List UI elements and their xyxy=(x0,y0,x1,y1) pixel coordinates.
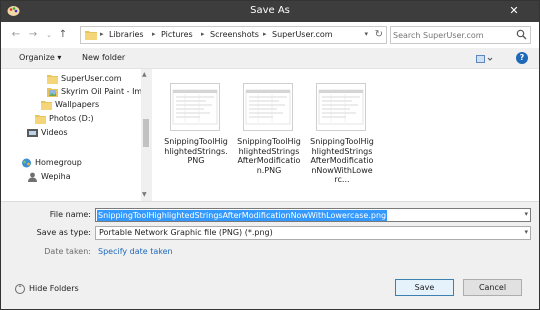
help-icon[interactable]: ? xyxy=(516,52,528,64)
file-name-label: File name: xyxy=(49,210,91,219)
up-arrow-icon[interactable]: ↑ xyxy=(56,28,70,42)
chevron-down-icon[interactable]: ▾ xyxy=(364,30,368,38)
dialog-title: Save As xyxy=(250,5,290,16)
save-form: File name: SnippingToolHighlightedString… xyxy=(1,201,539,273)
nav-item-label: Videos xyxy=(41,128,68,137)
chevron-down-icon[interactable]: ▾ xyxy=(524,228,528,236)
search-icon xyxy=(516,29,527,40)
cancel-button[interactable]: Cancel xyxy=(463,279,522,296)
breadcrumb-pictures[interactable]: Pictures xyxy=(161,30,193,39)
file-name-value[interactable]: SnippingToolHighlightedStringsAfterModif… xyxy=(97,210,388,221)
close-button[interactable]: ✕ xyxy=(497,2,531,20)
chevron-down-icon[interactable]: ▾ xyxy=(524,210,528,218)
new-folder-button[interactable]: New folder xyxy=(82,53,125,62)
save-type-value: Portable Network Graphic file (PNG) (*.p… xyxy=(99,228,273,237)
scroll-up-icon[interactable]: ▲ xyxy=(142,71,147,78)
scroll-down-icon[interactable]: ▼ xyxy=(142,191,147,198)
change-view-icon[interactable] xyxy=(475,53,493,65)
homegroup-icon xyxy=(21,158,32,168)
search-box[interactable] xyxy=(390,26,531,44)
save-button[interactable]: Save xyxy=(395,279,454,296)
search-input[interactable] xyxy=(393,29,513,41)
address-bar[interactable]: ▸ Libraries ▸ Pictures ▸ Screenshots ▸ S… xyxy=(80,26,387,44)
breadcrumb-separator-icon: ▸ xyxy=(263,30,267,38)
folder-icon xyxy=(41,100,52,110)
folder-icon xyxy=(85,30,97,40)
file-name: SnippingToolHighlightedStringsAfterModif… xyxy=(237,137,301,175)
folder-icon xyxy=(35,114,46,124)
back-arrow-icon[interactable]: ← xyxy=(9,28,23,42)
file-name-field[interactable]: SnippingToolHighlightedStringsAfterModif… xyxy=(95,208,531,222)
title-bar: Save As ✕ xyxy=(1,1,539,22)
breadcrumb-libraries[interactable]: Libraries xyxy=(109,30,144,39)
file-list: SnippingToolHighlightedStrings.PNG Snipp… xyxy=(152,69,539,201)
nav-item-label: Wepiha xyxy=(41,172,71,181)
video-library-icon xyxy=(27,128,38,138)
nav-item-label: Skyrim Oil Paint - Img xyxy=(61,87,148,96)
navigation-pane: SuperUser.com Skyrim Oil Paint - Img Wal… xyxy=(1,69,151,201)
nav-item-label: SuperUser.com xyxy=(61,74,122,83)
recent-locations-icon[interactable]: ⌄ xyxy=(42,28,56,42)
save-as-dialog: Save As ✕ ← → ⌄ ↑ ▸ Libraries ▸ Pictures… xyxy=(0,0,540,310)
breadcrumb-screenshots[interactable]: Screenshots xyxy=(210,30,259,39)
file-thumbnail xyxy=(170,83,220,131)
nav-item-label: Wallpapers xyxy=(55,100,100,109)
save-type-select[interactable]: Portable Network Graphic file (PNG) (*.p… xyxy=(95,226,531,240)
file-thumbnail xyxy=(316,83,366,131)
folder-icon xyxy=(47,74,58,84)
command-toolbar: Organize ▾ New folder ? xyxy=(1,48,539,69)
nav-item-label: Homegroup xyxy=(35,158,82,167)
navigation-bar: ← → ⌄ ↑ ▸ Libraries ▸ Pictures ▸ Screens… xyxy=(1,22,539,48)
scrollbar-thumb[interactable] xyxy=(143,119,149,147)
breadcrumb-separator-icon: ▸ xyxy=(152,30,156,38)
dialog-footer: ⌃ Hide Folders Save Cancel xyxy=(1,273,539,309)
breadcrumb-separator-icon: ▸ xyxy=(201,30,205,38)
navigation-scrollbar[interactable]: ▲ ▼ xyxy=(141,69,151,201)
forward-arrow-icon[interactable]: → xyxy=(26,28,40,42)
nav-item-label: Photos (D:) xyxy=(49,114,94,123)
organize-button[interactable]: Organize ▾ xyxy=(19,53,61,62)
date-taken-label: Date taken: xyxy=(44,247,91,256)
hide-folders-label: Hide Folders xyxy=(29,284,79,293)
save-type-label: Save as type: xyxy=(36,228,91,237)
specify-date-link[interactable]: Specify date taken xyxy=(98,247,173,256)
breadcrumb-superuser[interactable]: SuperUser.com xyxy=(272,30,333,39)
image-folder-icon xyxy=(47,87,58,97)
file-name: SnippingToolHighlightedStrings.PNG xyxy=(164,137,228,165)
file-name: SnippingToolHighlightedStringsAfterModif… xyxy=(310,137,374,184)
breadcrumb-separator-icon: ▸ xyxy=(100,30,104,38)
user-icon xyxy=(27,172,38,182)
chevron-up-icon: ⌃ xyxy=(15,284,25,294)
file-thumbnail xyxy=(243,83,293,131)
refresh-icon[interactable]: ↻ xyxy=(375,29,383,40)
